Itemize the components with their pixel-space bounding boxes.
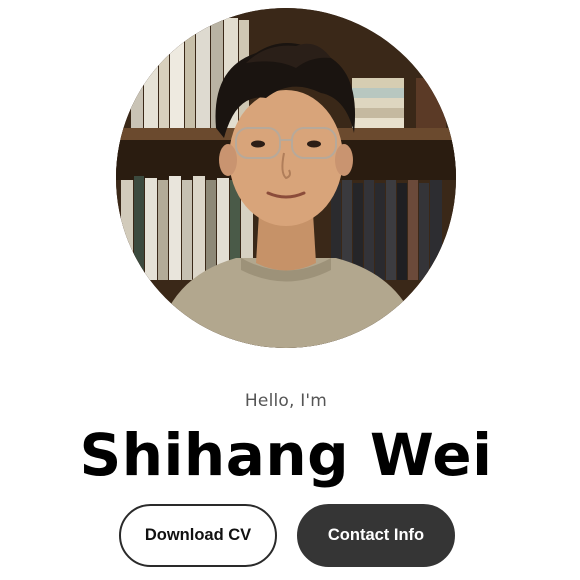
profile-name: Shihang Wei <box>79 421 493 489</box>
profile-hero: Hello, I'm Shihang Wei Download CV Conta… <box>0 0 580 580</box>
download-cv-label: Download CV <box>144 526 252 544</box>
contact-info-label: Contact Info <box>327 526 425 544</box>
contact-info-button[interactable]: Contact Info <box>297 504 455 567</box>
download-cv-button[interactable]: Download CV <box>119 504 277 567</box>
greeting-text: Hello, I'm <box>244 391 328 411</box>
profile-photo <box>116 8 456 348</box>
